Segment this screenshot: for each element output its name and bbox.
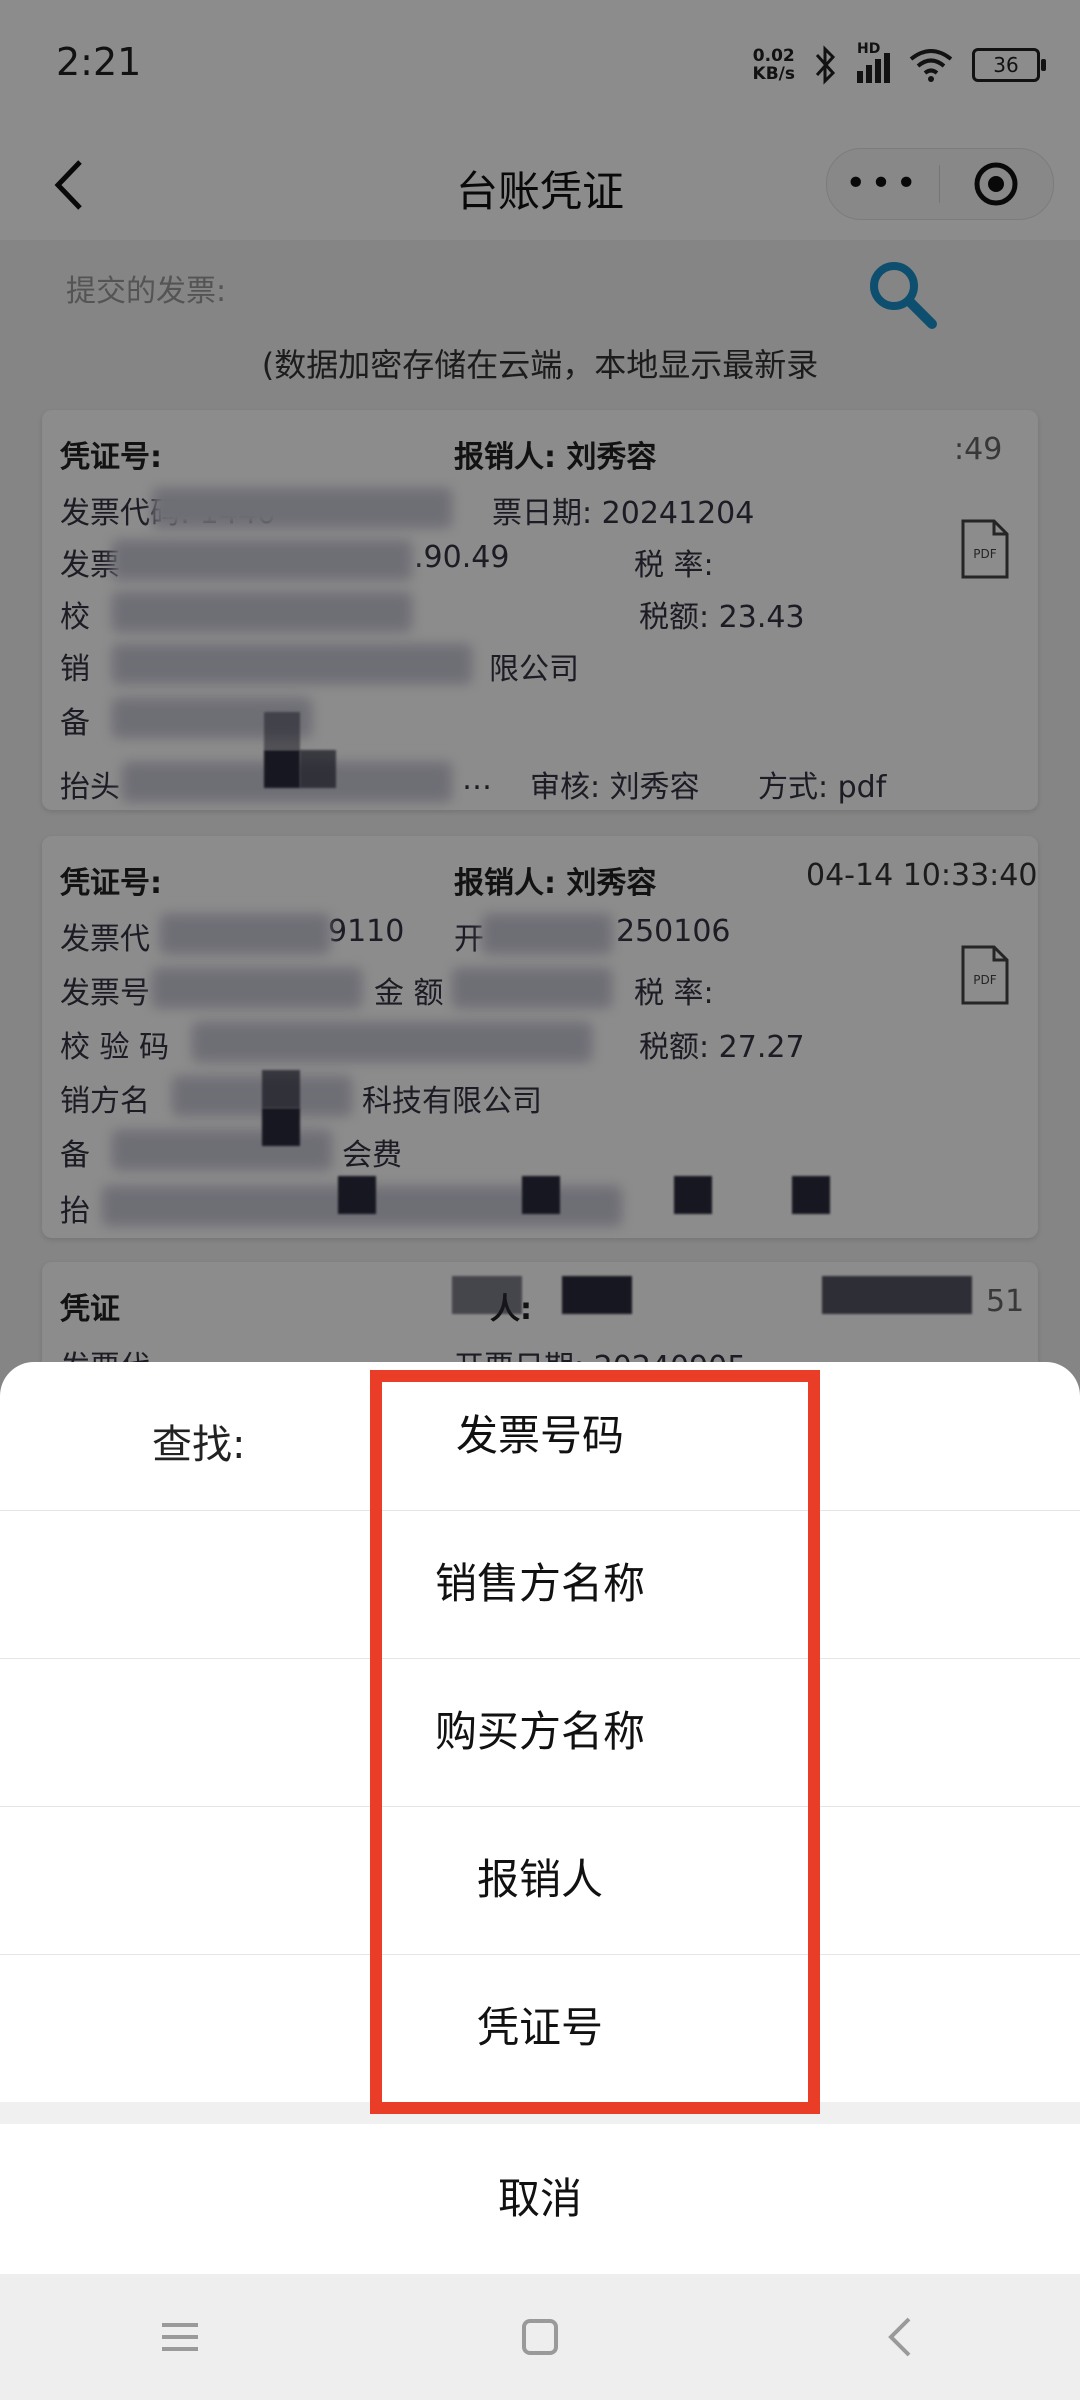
back-nav-button[interactable] xyxy=(850,2307,950,2367)
menu-nav-button[interactable] xyxy=(130,2307,230,2367)
system-nav-bar xyxy=(0,2274,1080,2400)
back-chevron-icon xyxy=(888,2317,911,2357)
home-nav-button[interactable] xyxy=(490,2307,590,2367)
highlight-annotation-box xyxy=(370,1370,820,2114)
home-square-icon xyxy=(522,2319,558,2355)
cancel-button[interactable]: 取消 xyxy=(0,2124,1080,2274)
menu-icon xyxy=(162,2323,198,2351)
